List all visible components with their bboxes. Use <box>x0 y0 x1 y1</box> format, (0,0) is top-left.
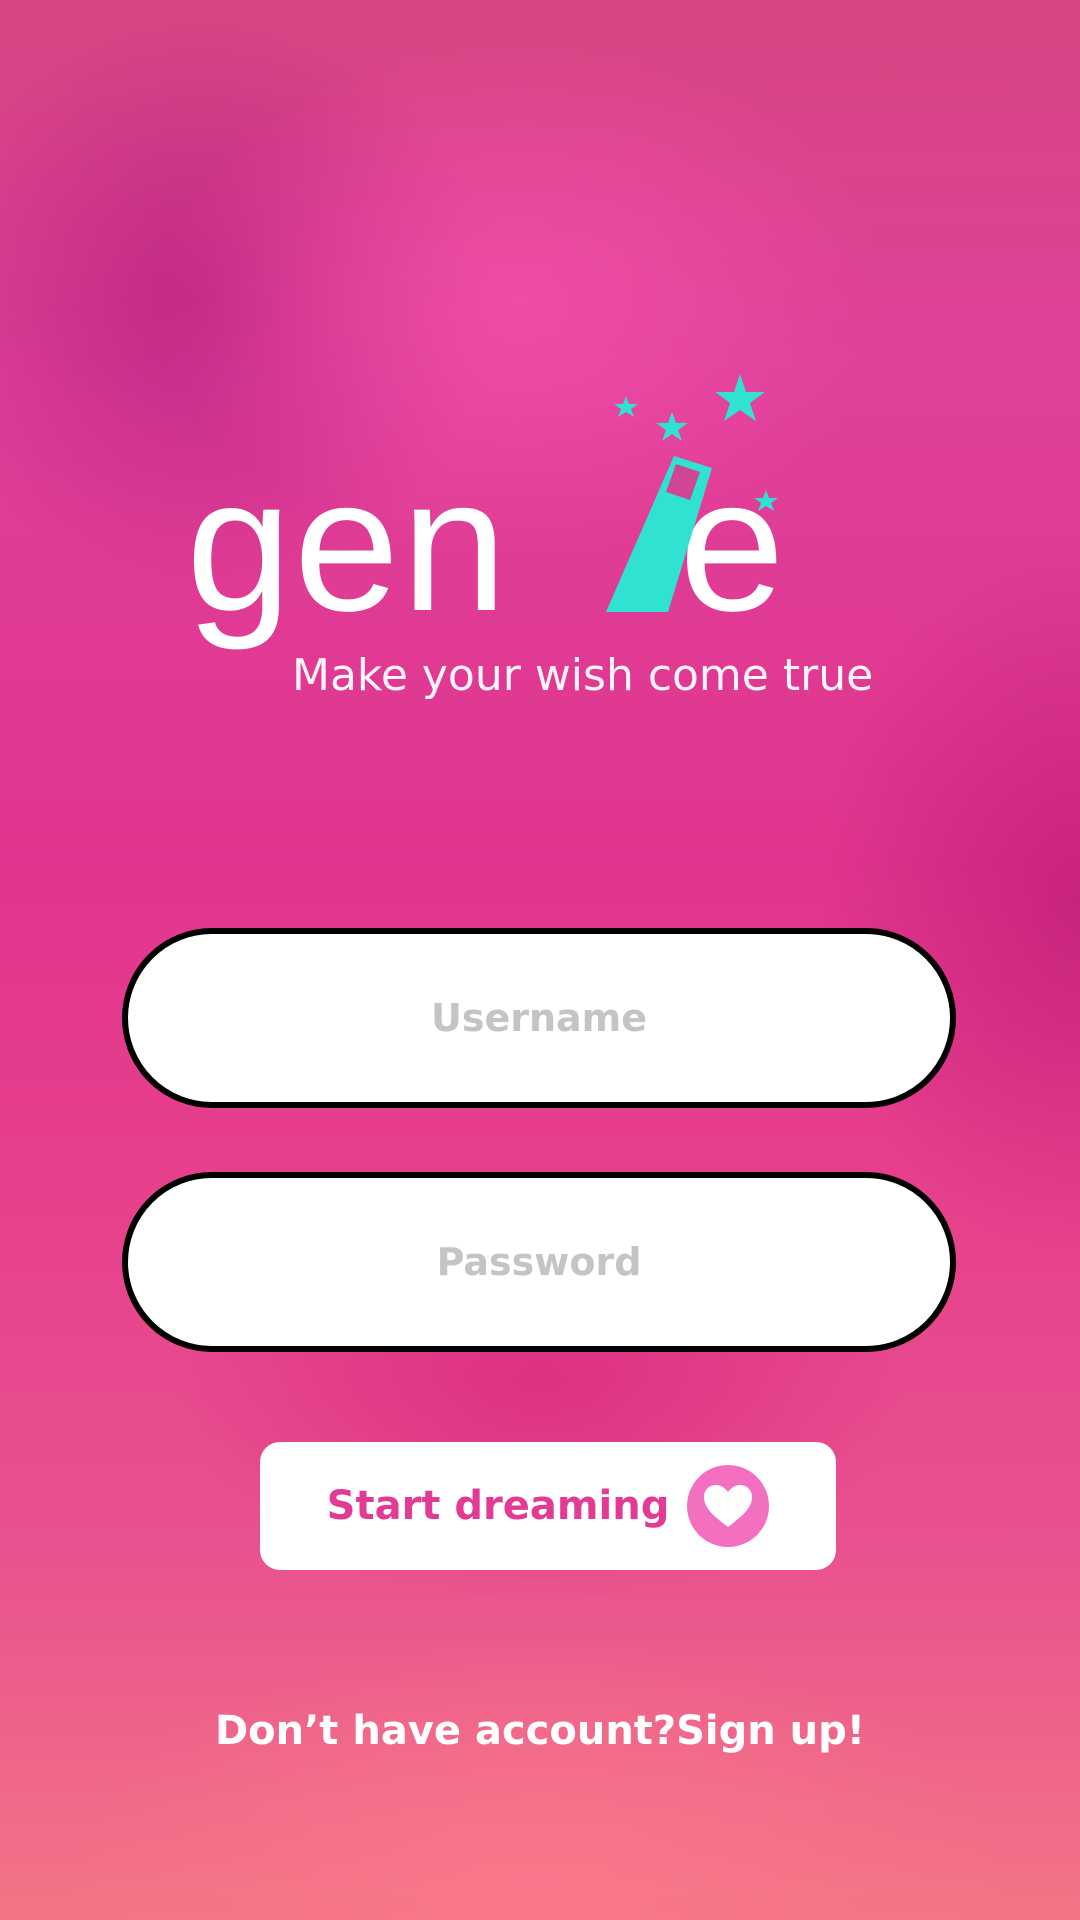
password-field[interactable] <box>122 1172 956 1352</box>
username-field[interactable] <box>122 928 956 1108</box>
star-icon <box>656 412 688 441</box>
star-icon <box>715 374 765 421</box>
start-dreaming-label: Start dreaming <box>326 1483 670 1529</box>
username-input[interactable] <box>208 995 870 1041</box>
password-input[interactable] <box>208 1239 870 1285</box>
signup-link[interactable]: Don’t have account?Sign up! <box>0 1708 1080 1754</box>
app-logo: gen e Make your wish come true <box>186 360 906 720</box>
star-icon <box>754 490 778 511</box>
magic-wand-icon <box>606 374 778 612</box>
star-icon <box>614 396 638 417</box>
app-tagline: Make your wish come true <box>292 650 874 701</box>
heart-icon <box>687 1465 770 1547</box>
start-dreaming-button[interactable]: Start dreaming <box>260 1442 836 1570</box>
